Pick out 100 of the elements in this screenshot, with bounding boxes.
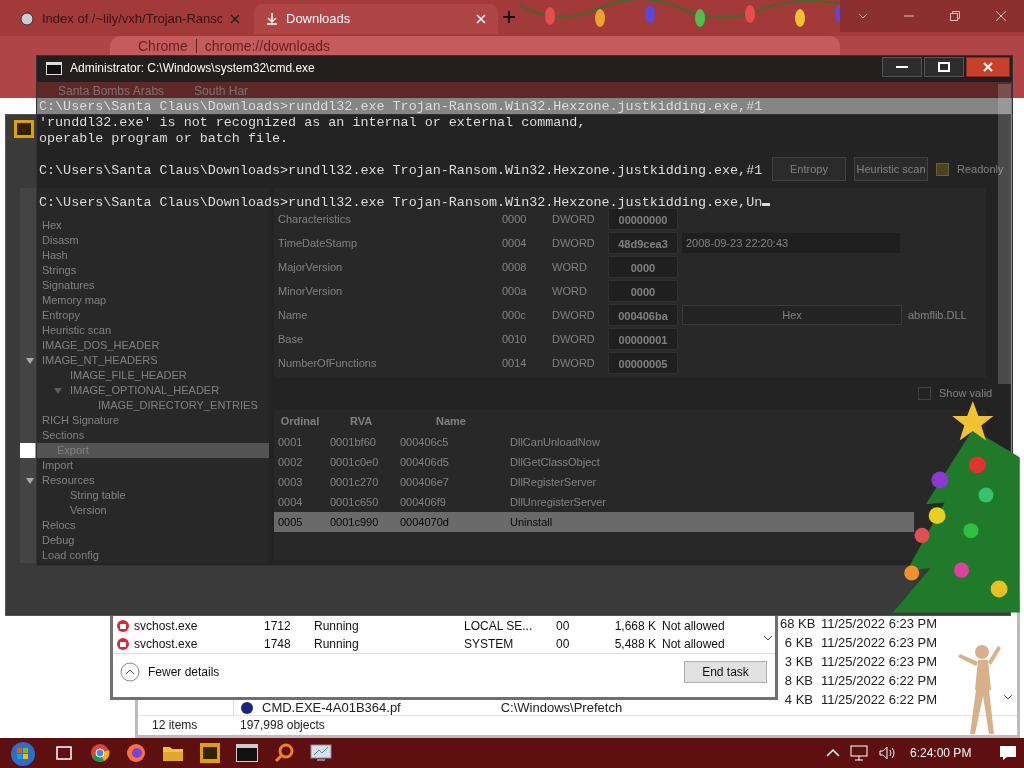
file-name[interactable]: CMD.EXE-4A01B364.pf — [262, 700, 401, 716]
magnifier-icon[interactable] — [274, 743, 294, 763]
tree-item[interactable]: Strings — [20, 263, 269, 278]
browser-tab[interactable]: Downloads — [254, 4, 498, 34]
tree-item[interactable]: String table — [20, 488, 269, 503]
column-header: Ordinal — [279, 413, 321, 429]
field-type: DWORD — [552, 211, 596, 227]
tree-item[interactable]: Signatures — [20, 278, 269, 293]
toolbar-button[interactable]: Entropy — [772, 157, 846, 181]
value-field[interactable]: 48d9cea3 — [608, 232, 678, 254]
column-header: RVA — [348, 413, 374, 429]
volume-icon[interactable] — [878, 745, 896, 761]
tree-item[interactable]: Load config — [20, 548, 269, 563]
table-row[interactable]: 0004 0001c650 000406f9 DllUnregisterServer — [274, 492, 914, 512]
tree-item[interactable]: Heuristic scan — [20, 323, 269, 338]
scroll-down-icon[interactable] — [1003, 694, 1013, 702]
bookmark[interactable]: Santa Bombs Arabs — [58, 84, 165, 98]
field-name: Name — [277, 307, 309, 323]
field-offset: 0004 — [502, 235, 528, 251]
close-icon[interactable] — [230, 14, 240, 24]
bookmark[interactable]: South Har — [194, 84, 249, 98]
site-label: Chrome — [138, 37, 188, 54]
scroll-down-icon[interactable] — [763, 635, 773, 643]
maximize-button[interactable] — [924, 57, 964, 77]
tree-item[interactable]: Hash — [20, 248, 269, 263]
tree-item[interactable]: Resources — [20, 473, 269, 488]
tree-item[interactable]: Memory map — [20, 293, 269, 308]
value-field[interactable]: 00000001 — [608, 328, 678, 350]
tree-item[interactable]: Disasm — [20, 233, 269, 248]
tree-item[interactable]: IMAGE_NT_HEADERS — [20, 353, 269, 368]
table-row[interactable]: 0001 0001bf60 000406c5 DllCanUnloadNow — [274, 432, 914, 452]
value-field[interactable]: 0000 — [608, 256, 678, 278]
file-date: 11/25/2022 6:23 PM — [820, 615, 939, 633]
tree-item[interactable]: Import — [20, 458, 269, 473]
tree-item[interactable]: Version — [20, 503, 269, 518]
globe-icon — [20, 12, 34, 26]
table-cell-text: 000406d5 — [399, 454, 450, 470]
checkbox-label: Readonly — [957, 161, 1004, 177]
tree-item[interactable]: RICH Signature — [20, 413, 269, 428]
tree-item[interactable]: Sections — [20, 428, 269, 443]
firefox-icon[interactable] — [126, 743, 146, 763]
field-offset: 0014 — [502, 355, 528, 371]
tree-item[interactable]: IMAGE_FILE_HEADER — [20, 368, 269, 383]
browser-tab[interactable]: Index of /~lily/vxh/Trojan-Ransc — [8, 4, 252, 34]
hex-button[interactable]: Hex — [682, 305, 902, 325]
tree-item[interactable]: IMAGE_DOS_HEADER — [20, 338, 269, 353]
field-name: MajorVersion — [277, 259, 344, 275]
restore-icon — [950, 11, 960, 21]
chrome-icon[interactable] — [90, 743, 110, 763]
console-line: C:\Users\Santa Claus\Downloads>rundll32.exe Trojan-Ransom.Win32.Hexzone.justkidding.exe,Un — [39, 195, 763, 210]
console-line: C:\Users\Santa Claus\Downloads>runddl32.exe Trojan-Ransom.Win32.Hexzone.justkidding.exe,#1 — [39, 99, 763, 114]
expanded-arrow-icon[interactable] — [26, 357, 34, 365]
folder-icon[interactable] — [162, 744, 184, 762]
app-icon[interactable] — [200, 743, 220, 763]
tree-item[interactable]: Relocs — [20, 518, 269, 533]
address-bar[interactable]: Chrome chrome://downloads — [110, 36, 840, 55]
monitor-icon[interactable] — [310, 743, 332, 763]
network-icon[interactable] — [850, 745, 868, 761]
object-count: 197,998 objects — [240, 718, 325, 732]
expanded-arrow-icon[interactable] — [26, 477, 34, 485]
notification-icon[interactable] — [999, 745, 1018, 761]
maximize-icon — [938, 62, 950, 72]
field-name: MinorVersion — [277, 283, 344, 299]
task-view-icon[interactable] — [54, 744, 74, 762]
checkbox-label: Show valid — [939, 386, 993, 401]
fewer-details-link[interactable]: Fewer details — [148, 663, 220, 681]
value-field[interactable]: 00000000 — [608, 208, 678, 230]
value-field[interactable]: 00000005 — [608, 352, 678, 374]
minimize-button[interactable] — [882, 57, 922, 77]
checkbox[interactable] — [918, 386, 931, 400]
field-type: DWORD — [552, 331, 596, 347]
close-icon — [996, 11, 1006, 21]
clock[interactable]: 6:24:00 PM — [910, 744, 972, 762]
close-button[interactable] — [966, 57, 1010, 77]
table-cell-text: SYSTEM — [464, 636, 515, 653]
table-row[interactable]: 0002 0001c0e0 000406d5 DllGetClassObject — [274, 452, 914, 472]
file-size: 68 KB — [780, 615, 813, 633]
start-icon[interactable] — [8, 739, 38, 767]
tree-item[interactable]: Hex — [20, 218, 269, 233]
field-offset: 0008 — [502, 259, 528, 275]
table-row[interactable]: 0005 0001c990 0004070d Uninstall — [274, 512, 914, 532]
toolbar-button[interactable]: Heuristic scan — [854, 157, 928, 181]
tree-item[interactable]: IMAGE_OPTIONAL_HEADER — [20, 383, 269, 398]
console-icon[interactable] — [236, 744, 258, 762]
tree-item[interactable]: IMAGE_DIRECTORY_ENTRIES — [20, 398, 269, 413]
table-cell-text: svchost.exe — [134, 636, 199, 653]
date-field[interactable]: 2008-09-23 22:20:43 — [682, 233, 900, 253]
tree-item[interactable]: Debug — [20, 533, 269, 548]
field-offset: 0000 — [502, 211, 528, 227]
table-cell-text: LOCAL SE... — [464, 618, 534, 635]
table-cell-text: 0001c650 — [329, 494, 380, 510]
value-field[interactable]: 0000 — [608, 280, 678, 302]
chevron-down-icon — [858, 13, 868, 19]
value-field[interactable]: 000406ba — [608, 304, 678, 326]
tree-item[interactable]: Entropy — [20, 308, 269, 323]
end-task-button[interactable]: End task — [684, 661, 767, 683]
field-type: DWORD — [552, 355, 596, 371]
table-row[interactable]: 0003 0001c270 000406e7 DllRegisterServer — [274, 472, 914, 492]
field-type: WORD — [552, 283, 588, 299]
table-cell-text: 0002 — [277, 454, 304, 470]
